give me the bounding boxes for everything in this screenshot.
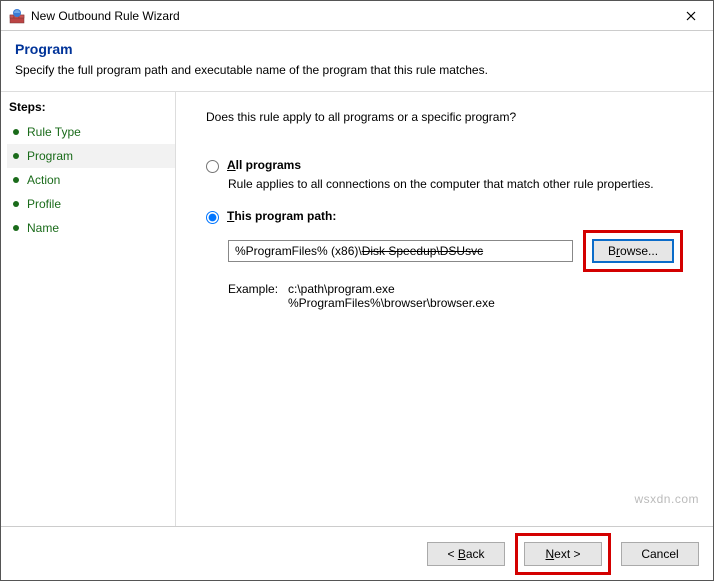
option-all-programs-label: All programs (227, 158, 301, 172)
radio-all-programs[interactable] (206, 160, 219, 173)
step-action[interactable]: Action (7, 168, 175, 192)
example-row: Example: c:\path\program.exe %ProgramFil… (228, 282, 691, 310)
next-button[interactable]: Next > (524, 542, 602, 566)
browse-button[interactable]: Browse... (592, 239, 674, 263)
question-text: Does this rule apply to all programs or … (206, 110, 691, 124)
bullet-icon (13, 129, 19, 135)
option-program-path-row: This program path: (206, 209, 691, 224)
example-label: Example: (228, 282, 288, 310)
wizard-window: New Outbound Rule Wizard Program Specify… (0, 0, 714, 581)
close-button[interactable] (669, 1, 713, 31)
titlebar: New Outbound Rule Wizard (1, 1, 713, 31)
example-1: c:\path\program.exe (288, 282, 495, 296)
step-label: Program (27, 149, 73, 163)
window-title: New Outbound Rule Wizard (31, 9, 669, 23)
wizard-header: Program Specify the full program path an… (1, 31, 713, 91)
option-all-programs-row: All programs (206, 158, 691, 173)
program-path-input[interactable]: %ProgramFiles% (x86)\Disk Speedup\DSUsvc (228, 240, 573, 262)
option-all-programs-desc: Rule applies to all connections on the c… (228, 177, 691, 191)
bullet-icon (13, 201, 19, 207)
step-rule-type[interactable]: Rule Type (7, 120, 175, 144)
example-values: c:\path\program.exe %ProgramFiles%\brows… (288, 282, 495, 310)
step-program[interactable]: Program (7, 144, 175, 168)
step-name[interactable]: Name (7, 216, 175, 240)
page-title: Program (15, 41, 697, 57)
back-button[interactable]: < Back (427, 542, 505, 566)
bullet-icon (13, 225, 19, 231)
example-2: %ProgramFiles%\browser\browser.exe (288, 296, 495, 310)
path-text-redacted: Disk Speedup\DSUsvc (362, 244, 483, 258)
wizard-footer: < Back Next > Cancel (1, 526, 713, 580)
steps-sidebar: Steps: Rule Type Program Action Profile … (1, 92, 176, 526)
wizard-body: Steps: Rule Type Program Action Profile … (1, 92, 713, 526)
step-label: Action (27, 173, 60, 187)
steps-heading: Steps: (7, 100, 175, 120)
main-panel: Does this rule apply to all programs or … (176, 92, 713, 526)
step-label: Profile (27, 197, 61, 211)
firewall-icon (9, 8, 25, 24)
cancel-button[interactable]: Cancel (621, 542, 699, 566)
bullet-icon (13, 153, 19, 159)
highlight-box-next: Next > (515, 533, 611, 575)
bullet-icon (13, 177, 19, 183)
step-label: Rule Type (27, 125, 81, 139)
step-label: Name (27, 221, 59, 235)
path-text-plain: %ProgramFiles% (x86)\ (235, 244, 362, 258)
watermark: wsxdn.com (634, 492, 699, 506)
page-description: Specify the full program path and execut… (15, 63, 697, 77)
radio-program-path[interactable] (206, 211, 219, 224)
highlight-box-browse: Browse... (583, 230, 683, 272)
option-program-path-label: This program path: (227, 209, 336, 223)
step-profile[interactable]: Profile (7, 192, 175, 216)
program-path-row: %ProgramFiles% (x86)\Disk Speedup\DSUsvc… (228, 230, 691, 272)
